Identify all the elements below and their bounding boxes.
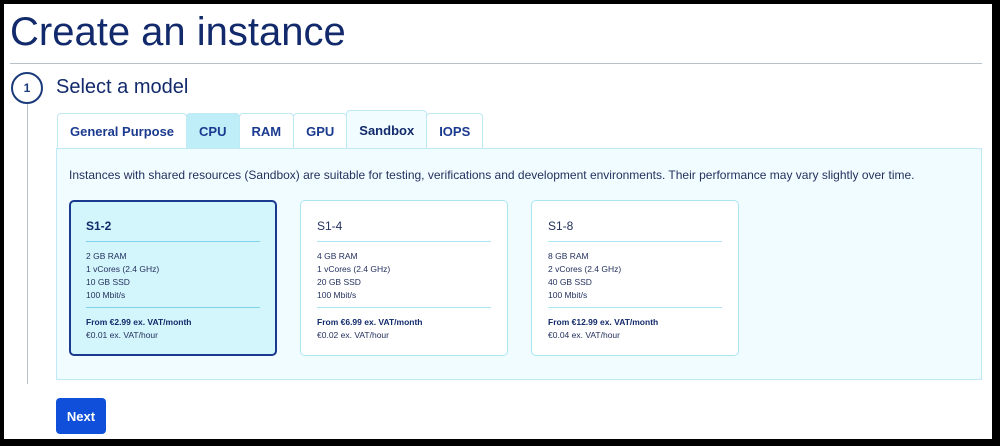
- price-per-hour: €0.02 ex. VAT/hour: [317, 330, 389, 340]
- model-card-s1-8[interactable]: S1-8 8 GB RAM 2 vCores (2.4 GHz) 40 GB S…: [531, 200, 739, 356]
- tab-iops[interactable]: IOPS: [426, 113, 484, 148]
- tab-general-purpose[interactable]: General Purpose: [57, 113, 188, 148]
- spec-storage: 40 GB SSD: [548, 277, 592, 287]
- tab-panel-sandbox: Instances with shared resources (Sandbox…: [56, 148, 982, 380]
- spec-vcores: 1 vCores (2.4 GHz): [317, 264, 391, 274]
- model-category-tabs: General Purpose CPU RAM GPU Sandbox IOPS: [57, 110, 484, 150]
- model-name: S1-8: [548, 219, 574, 233]
- price-per-hour: €0.04 ex. VAT/hour: [548, 330, 620, 340]
- tab-cpu[interactable]: CPU: [186, 113, 240, 148]
- model-name: S1-4: [317, 219, 343, 233]
- model-card-s1-2[interactable]: S1-2 2 GB RAM 1 vCores (2.4 GHz) 10 GB S…: [69, 200, 277, 356]
- tab-gpu[interactable]: GPU: [293, 113, 348, 148]
- step-number-badge: 1: [11, 72, 43, 104]
- next-button[interactable]: Next: [56, 398, 106, 434]
- screenshot-frame: Create an instance 1 Select a model Gene…: [4, 4, 992, 439]
- spec-vcores: 2 vCores (2.4 GHz): [548, 264, 622, 274]
- spec-bandwidth: 100 Mbit/s: [548, 290, 588, 300]
- page-title: Create an instance: [10, 10, 346, 54]
- panel-description: Instances with shared resources (Sandbox…: [69, 168, 915, 182]
- model-price: From €12.99 ex. VAT/month €0.04 ex. VAT/…: [548, 308, 722, 342]
- spec-ram: 8 GB RAM: [548, 251, 589, 261]
- tab-ram[interactable]: RAM: [238, 113, 295, 148]
- step-connector-line: [27, 104, 28, 384]
- model-specs: 2 GB RAM 1 vCores (2.4 GHz) 10 GB SSD 10…: [86, 242, 260, 307]
- model-card-s1-4[interactable]: S1-4 4 GB RAM 1 vCores (2.4 GHz) 20 GB S…: [300, 200, 508, 356]
- spec-bandwidth: 100 Mbit/s: [86, 290, 126, 300]
- price-per-month: From €2.99 ex. VAT/month: [86, 317, 192, 327]
- model-specs: 4 GB RAM 1 vCores (2.4 GHz) 20 GB SSD 10…: [317, 242, 491, 307]
- model-name: S1-2: [86, 219, 112, 233]
- step-title: Select a model: [56, 76, 189, 98]
- spec-ram: 2 GB RAM: [86, 251, 127, 261]
- price-per-hour: €0.01 ex. VAT/hour: [86, 330, 158, 340]
- spec-storage: 10 GB SSD: [86, 277, 130, 287]
- spec-vcores: 1 vCores (2.4 GHz): [86, 264, 160, 274]
- title-divider: [10, 63, 982, 64]
- spec-bandwidth: 100 Mbit/s: [317, 290, 357, 300]
- price-per-month: From €6.99 ex. VAT/month: [317, 317, 423, 327]
- model-specs: 8 GB RAM 2 vCores (2.4 GHz) 40 GB SSD 10…: [548, 242, 722, 307]
- model-price: From €6.99 ex. VAT/month €0.02 ex. VAT/h…: [317, 308, 491, 342]
- price-per-month: From €12.99 ex. VAT/month: [548, 317, 659, 327]
- spec-ram: 4 GB RAM: [317, 251, 358, 261]
- tab-sandbox[interactable]: Sandbox: [346, 110, 428, 149]
- spec-storage: 20 GB SSD: [317, 277, 361, 287]
- model-price: From €2.99 ex. VAT/month €0.01 ex. VAT/h…: [86, 308, 260, 342]
